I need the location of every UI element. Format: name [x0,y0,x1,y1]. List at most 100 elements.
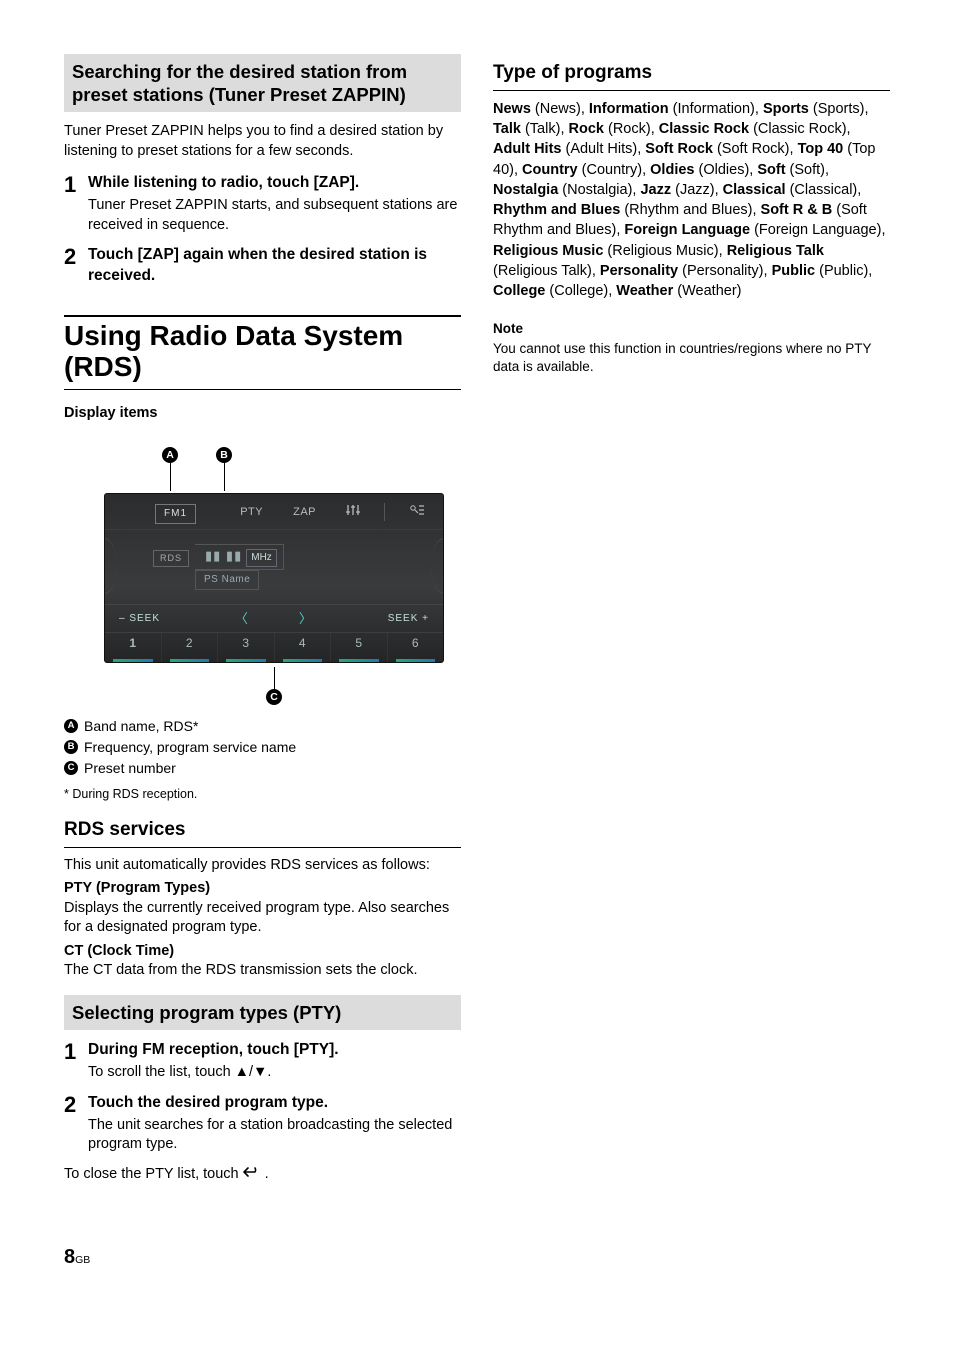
display-figure: A B FM1 PTY ZAP [104,447,444,707]
page-number: 8 [64,1246,75,1268]
pty-steps: 1 During FM reception, touch [PTY]. To s… [64,1040,461,1155]
rds-indicator: RDS [153,550,189,566]
preset-row: 1 2 3 4 5 6 [105,632,443,663]
program-type-name: Classic Rock [659,121,749,137]
zappin-intro: Tuner Preset ZAPPIN helps you to find a … [64,122,461,161]
program-type-name: Sports [763,101,809,117]
ct-sub-body: The CT data from the RDS transmission se… [64,961,461,981]
step-number: 2 [64,1093,88,1155]
step-head: Touch [ZAP] again when the desired stati… [88,245,461,287]
legend-dot: A [64,719,78,733]
program-type-name: Country [522,162,578,178]
rds-intro: This unit automatically provides RDS ser… [64,856,461,876]
program-types-list: News (News), Information (Information), … [493,99,890,302]
note-body: You cannot use this function in countrie… [493,340,890,376]
program-type-name: Rhythm and Blues [493,202,620,218]
step-desc: Tuner Preset ZAPPIN starts, and subseque… [88,196,461,235]
legend-row: C Preset number [64,759,461,778]
pty-button[interactable]: PTY [234,501,269,524]
step-2: 2 Touch the desired program type. The un… [64,1093,461,1155]
program-type-name: Soft Rock [645,141,713,157]
page-footer: 8GB [64,1244,890,1271]
tune-up-icon[interactable]: 〉 [299,610,313,628]
program-type-name: Talk [493,121,521,137]
ct-sub-heading: CT (Clock Time) [64,942,461,962]
program-type-name: Oldies [650,162,694,178]
program-type-name: Soft R & B [761,202,833,218]
program-type-name: College [493,283,545,299]
preset-6[interactable]: 6 [388,633,444,663]
ps-name: PS Name [195,570,259,590]
legend-row: A Band name, RDS* [64,717,461,736]
legend-text: Band name, RDS* [84,717,198,736]
settings-icon[interactable] [340,500,366,525]
step-2: 2 Touch [ZAP] again when the desired sta… [64,245,461,289]
step-number: 1 [64,1040,88,1082]
preset-5[interactable]: 5 [331,633,388,663]
callout-a: A [162,447,178,463]
preset-1[interactable]: 1 [105,633,162,663]
step-number: 2 [64,245,88,289]
program-type-name: Religious Music [493,243,603,259]
heading-program-types: Type of programs [493,60,890,91]
two-column-layout: Searching for the desired station from p… [64,54,890,1184]
step-head: Touch the desired program type. [88,1093,461,1114]
preset-2[interactable]: 2 [162,633,219,663]
program-type-name: Adult Hits [493,141,561,157]
close-pre: To close the PTY list, touch [64,1165,239,1185]
right-column: Type of programs News (News), Informatio… [493,54,890,1184]
frequency-digits: ▮▮ ▮▮ [205,547,242,565]
legend-dot: B [64,740,78,754]
divider [384,503,385,521]
program-type-name: Jazz [640,182,671,198]
section-heading-pty-select: Selecting program types (PTY) [64,995,461,1030]
pty-sub-body: Displays the currently received program … [64,899,461,938]
frequency-box: ▮▮ ▮▮ MHz [195,544,284,570]
step-1: 1 During FM reception, touch [PTY]. To s… [64,1040,461,1082]
next-arc[interactable] [431,538,444,594]
heading-rds-services: RDS services [64,817,461,848]
note-heading: Note [493,320,890,338]
legend-row: B Frequency, program service name [64,738,461,757]
program-type-name: Nostalgia [493,182,558,198]
legend-text: Frequency, program service name [84,738,296,757]
legend-text: Preset number [84,759,176,778]
program-type-name: Information [589,101,669,117]
program-type-name: Foreign Language [624,222,750,238]
program-type-name: Religious Talk [727,243,824,259]
step-desc: The unit searches for a station broadcas… [88,1116,461,1155]
zap-button[interactable]: ZAP [287,501,322,524]
legend-dot: C [64,761,78,775]
program-type-name: Public [772,263,816,279]
zappin-steps: 1 While listening to radio, touch [ZAP].… [64,173,461,289]
step-head: While listening to radio, touch [ZAP]. [88,173,461,194]
pty-sub-heading: PTY (Program Types) [64,879,461,899]
display-items-label: Display items [64,404,461,424]
step-1: 1 While listening to radio, touch [ZAP].… [64,173,461,235]
options-icon[interactable] [403,500,431,525]
callout-c: C [266,689,282,705]
program-type-name: Top 40 [798,141,844,157]
seek-plus[interactable]: SEEK + [388,612,429,626]
program-type-name: Soft [757,162,785,178]
callout-b: B [216,447,232,463]
back-icon [243,1165,261,1185]
step-desc: To scroll the list, touch ▲/▼. [88,1063,461,1083]
tuner-screen: FM1 PTY ZAP RDS ▮ [104,493,444,663]
tune-down-icon[interactable]: 〈 [235,610,249,628]
preset-3[interactable]: 3 [218,633,275,663]
mhz-label: MHz [246,549,277,567]
prev-arc[interactable] [104,538,117,594]
figure-legend: A Band name, RDS* B Frequency, program s… [64,717,461,778]
close-pty-line: To close the PTY list, touch . [64,1165,461,1185]
heading-rds: Using Radio Data System (RDS) [64,315,461,390]
seek-minus[interactable]: – SEEK [119,612,160,626]
callout-line [170,463,171,491]
step-head: During FM reception, touch [PTY]. [88,1040,461,1061]
callout-line [224,463,225,491]
close-post: . [265,1165,269,1185]
band-indicator: FM1 [155,504,196,524]
section-heading-zappin: Searching for the desired station from p… [64,54,461,112]
rds-footnote: * During RDS reception. [64,786,461,803]
preset-4[interactable]: 4 [275,633,332,663]
